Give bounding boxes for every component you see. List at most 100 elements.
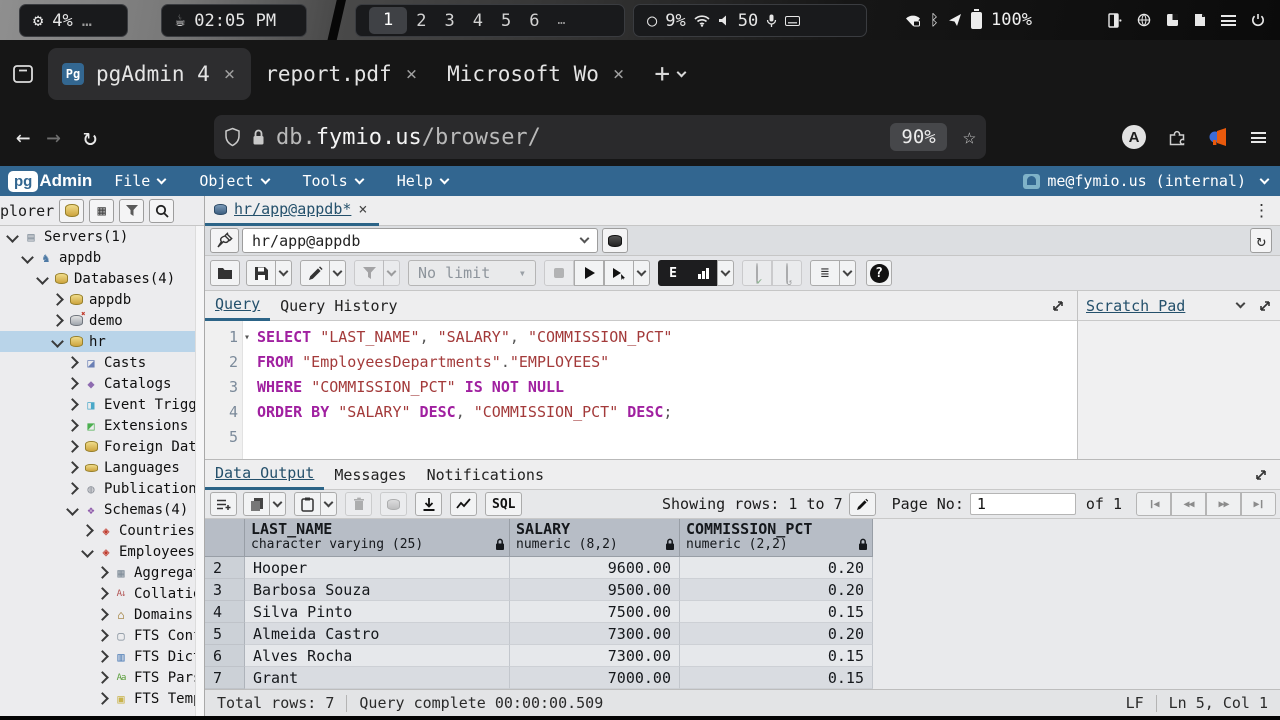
workspace-2[interactable]: 2 — [407, 11, 435, 31]
paste-button[interactable] — [294, 492, 321, 516]
expand-arrow-icon[interactable] — [66, 377, 79, 390]
tree-item-domains[interactable]: Domains — [0, 604, 196, 625]
expand-arrow-icon[interactable] — [96, 692, 109, 705]
tree-item-publications[interactable]: Publications — [0, 478, 196, 499]
sql-editor[interactable]: 1▾ 2 3 4 5 SELECT "LAST_NAME", "SALARY",… — [205, 321, 1077, 459]
first-page-button[interactable]: ❙◀ — [1136, 492, 1171, 516]
shield-icon[interactable] — [224, 127, 241, 147]
execute-options-button[interactable] — [604, 260, 634, 286]
explain-analyze-button[interactable] — [688, 260, 718, 286]
cell-last-name[interactable]: Hooper — [245, 557, 510, 579]
cell-commission-pct[interactable]: 0.15 — [680, 645, 873, 667]
expand-arrow-icon[interactable] — [96, 566, 109, 579]
add-row-button[interactable] — [210, 492, 237, 516]
paste-chevron[interactable] — [320, 492, 337, 516]
power-icon[interactable] — [1251, 13, 1265, 27]
edit-button[interactable] — [300, 260, 330, 286]
row-number-header[interactable] — [205, 519, 245, 557]
expand-arrow-icon[interactable] — [21, 251, 34, 264]
workspace-switcher[interactable]: 1 2 3 4 5 6 … — [355, 4, 625, 37]
panel-menu-dots-icon[interactable]: ⋮ — [1253, 201, 1270, 221]
tab-notifications[interactable]: Notifications — [417, 460, 554, 490]
previous-page-button[interactable]: ◀◀ — [1171, 492, 1206, 516]
filter-button[interactable] — [354, 260, 384, 286]
tray-menu-icon[interactable] — [1221, 15, 1236, 26]
cell-commission-pct[interactable]: 0.20 — [680, 623, 873, 645]
database-quick-button[interactable] — [59, 199, 84, 223]
explain-chevron[interactable] — [717, 260, 734, 286]
expand-arrow-icon[interactable] — [66, 419, 79, 432]
cpu-widget[interactable]: ⚙ 4% … — [19, 4, 128, 37]
copy-chevron[interactable] — [269, 492, 286, 516]
explain-button[interactable]: E — [658, 260, 688, 286]
document-icon[interactable] — [1194, 13, 1206, 27]
tree-item-event-triggers[interactable]: Event Triggers — [0, 394, 196, 415]
macros-button[interactable]: ≣ — [810, 260, 840, 286]
workspace-1[interactable]: 1 — [369, 7, 407, 34]
show-sql-button[interactable]: SQL — [485, 492, 522, 516]
lock-icon[interactable] — [251, 128, 266, 147]
expand-arrow-icon[interactable] — [66, 398, 79, 411]
row-number[interactable]: 2 — [205, 557, 245, 579]
save-file-button[interactable] — [246, 260, 276, 286]
expand-arrow-icon[interactable] — [66, 482, 79, 495]
url-field[interactable]: db.fymio.us/browser/ 90% ☆ — [214, 115, 986, 159]
expand-arrow-icon[interactable] — [81, 545, 94, 558]
cell-commission-pct[interactable]: 0.15 — [680, 667, 873, 689]
expand-arrow-icon[interactable] — [96, 608, 109, 621]
tree-item-extensions[interactable]: Extensions — [0, 415, 196, 436]
row-number[interactable]: 5 — [205, 623, 245, 645]
expand-arrow-icon[interactable] — [66, 461, 79, 474]
execute-chevron[interactable] — [633, 260, 650, 286]
tree-item-schema-countries[interactable]: Countries — [0, 520, 196, 541]
save-data-button[interactable] — [380, 492, 407, 516]
commit-button[interactable]: ✔ — [742, 260, 772, 286]
tree-item-aggregates[interactable]: Aggregates — [0, 562, 196, 583]
column-header-salary[interactable]: SALARY numeric (8,2) — [510, 519, 680, 557]
expand-panel-icon[interactable] — [1254, 468, 1268, 482]
user-menu[interactable]: me@fymio.us (internal) — [1023, 172, 1268, 190]
workspace-3[interactable]: 3 — [436, 11, 464, 31]
back-button[interactable]: ← — [16, 123, 30, 151]
browser-menu-icon[interactable] — [1251, 132, 1266, 143]
sidebar-scrollbar[interactable] — [195, 226, 204, 716]
column-header-last-name[interactable]: LAST_NAME character varying (25) — [245, 519, 510, 557]
cell-commission-pct[interactable]: 0.20 — [680, 579, 873, 601]
expand-arrow-icon[interactable] — [81, 524, 94, 537]
tab-close-icon[interactable]: × — [404, 63, 419, 85]
grid-view-button[interactable]: ▦ — [89, 199, 114, 223]
rollback-button[interactable]: ↺ — [772, 260, 802, 286]
graph-visualiser-button[interactable] — [450, 492, 477, 516]
expand-arrow-icon[interactable] — [96, 650, 109, 663]
cell-last-name[interactable]: Grant — [245, 667, 510, 689]
tab-data-output[interactable]: Data Output — [205, 460, 324, 490]
browser-tab-word[interactable]: Microsoft Wo × — [433, 48, 640, 100]
expand-arrow-icon[interactable] — [96, 587, 109, 600]
cell-salary[interactable]: 7000.00 — [510, 667, 680, 689]
cell-salary[interactable]: 7500.00 — [510, 601, 680, 623]
clock-widget[interactable]: ☕ 02:05 PM — [161, 4, 307, 37]
expand-arrow-icon[interactable] — [51, 314, 64, 327]
new-connection-button[interactable] — [602, 228, 628, 253]
help-button[interactable]: ? — [866, 260, 892, 286]
reload-button[interactable]: ↻ — [83, 123, 97, 151]
tree-item-fts-parsers[interactable]: FTS Parsers — [0, 667, 196, 688]
cell-last-name[interactable]: Silva Pinto — [245, 601, 510, 623]
tab-messages[interactable]: Messages — [324, 460, 416, 490]
execute-button[interactable] — [574, 260, 604, 286]
tab-list-chevron-icon[interactable] — [677, 67, 687, 77]
last-page-button[interactable]: ▶❙ — [1241, 492, 1276, 516]
expand-arrow-icon[interactable] — [66, 440, 79, 453]
expand-arrow-icon[interactable] — [66, 356, 79, 369]
new-tab-button[interactable]: + — [654, 59, 670, 89]
expand-arrow-icon[interactable] — [51, 335, 64, 348]
cell-last-name[interactable]: Alves Rocha — [245, 645, 510, 667]
eol-indicator[interactable]: LF — [1114, 695, 1156, 712]
forward-button[interactable]: → — [46, 123, 60, 151]
cell-commission-pct[interactable]: 0.20 — [680, 557, 873, 579]
filter-options-chevron[interactable] — [383, 260, 400, 286]
tree-item-schemas[interactable]: Schemas(4) — [0, 499, 196, 520]
workspace-more[interactable]: … — [549, 13, 575, 28]
network-tray[interactable]: ᛒ 100% — [905, 0, 1032, 40]
cursor-position[interactable]: Ln 5, Col 1 — [1157, 695, 1280, 712]
